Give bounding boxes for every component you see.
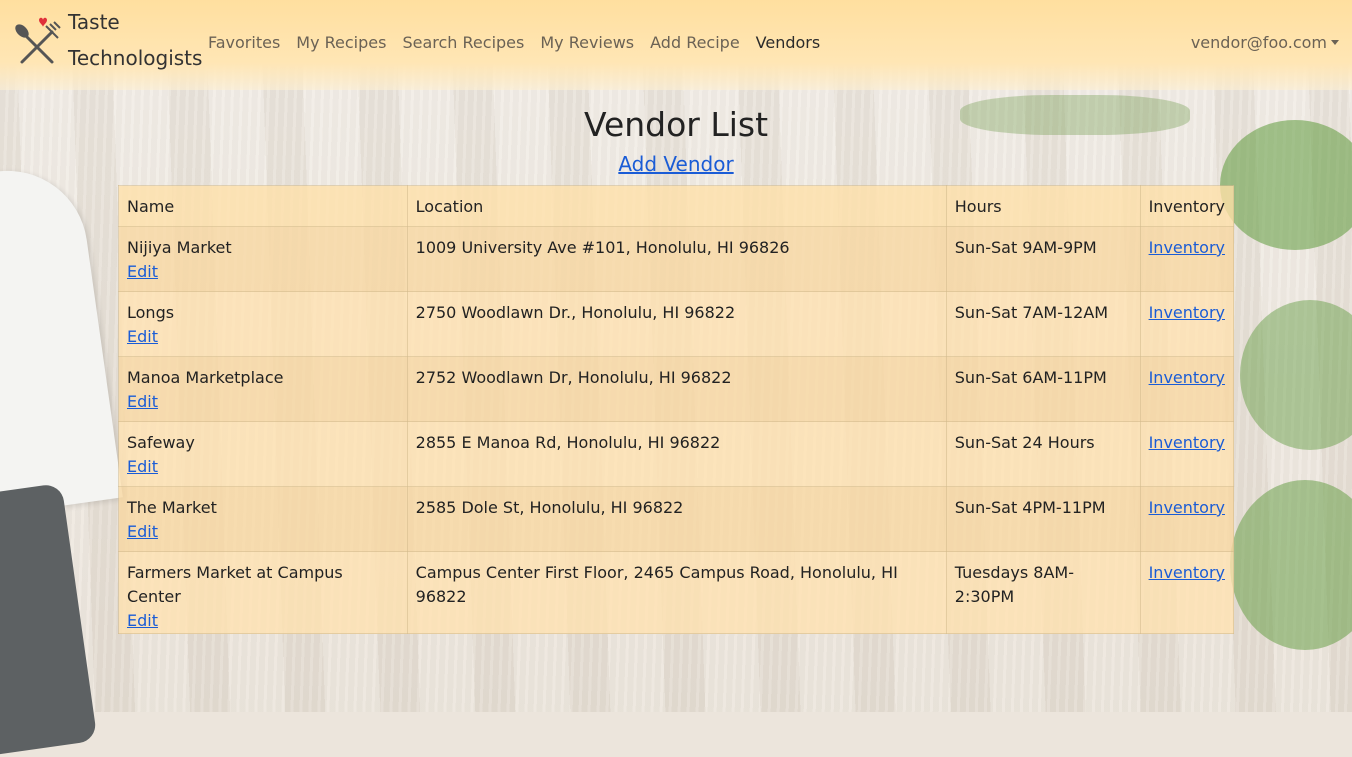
inventory-link[interactable]: Inventory — [1149, 563, 1225, 582]
brand-name-line2: Technologists — [68, 46, 203, 70]
vendor-name-cell: Farmers Market at Campus Center Edit — [118, 551, 408, 634]
vendor-name-cell: Safeway Edit — [118, 421, 408, 487]
add-vendor-link[interactable]: Add Vendor — [618, 152, 733, 176]
brand[interactable]: Taste Technologists — [12, 10, 202, 76]
table-header-row: Name Location Hours Inventory — [118, 185, 1235, 227]
vendor-name: Nijiya Market — [127, 238, 232, 257]
nav-favorites[interactable]: Favorites — [208, 33, 280, 52]
fork-knife-heart-icon — [15, 17, 61, 64]
user-email: vendor@foo.com — [1190, 33, 1327, 52]
vendor-location: 2585 Dole St, Honolulu, HI 96822 — [406, 486, 947, 552]
edit-link[interactable]: Edit — [127, 457, 158, 476]
vendor-name: The Market — [127, 498, 217, 517]
inventory-cell: Inventory — [1139, 551, 1235, 634]
inventory-link[interactable]: Inventory — [1149, 303, 1225, 322]
vendor-location: 1009 University Ave #101, Honolulu, HI 9… — [406, 226, 947, 292]
vendor-name-cell: Longs Edit — [118, 291, 408, 357]
nav-links: Favorites My Recipes Search Recipes My R… — [208, 33, 820, 52]
table-row: Nijiya Market Edit 1009 University Ave #1… — [118, 226, 1235, 292]
edit-link[interactable]: Edit — [127, 611, 158, 630]
page-title: Vendor List — [583, 105, 769, 144]
nav-my-recipes[interactable]: My Recipes — [296, 33, 386, 52]
vendor-hours: Sun-Sat 7AM-12AM — [945, 291, 1141, 357]
vendor-hours: Sun-Sat 24 Hours — [945, 421, 1141, 487]
inventory-link[interactable]: Inventory — [1149, 498, 1225, 517]
vendor-name: Farmers Market at Campus Center — [127, 563, 343, 606]
edit-link[interactable]: Edit — [127, 327, 158, 346]
inventory-cell: Inventory — [1139, 486, 1235, 552]
vendor-hours: Sun-Sat 6AM-11PM — [945, 356, 1141, 422]
inventory-cell: Inventory — [1139, 291, 1235, 357]
vendor-name: Manoa Marketplace — [127, 368, 284, 387]
vendor-table: Name Location Hours Inventory Nijiya Mar… — [118, 185, 1235, 634]
vendor-hours: Tuesdays 8AM-2:30PM — [945, 551, 1141, 634]
add-vendor-container: Add Vendor — [0, 152, 1352, 176]
vendor-hours: Sun-Sat 9AM-9PM — [945, 226, 1141, 292]
inventory-link[interactable]: Inventory — [1149, 238, 1225, 257]
table-row: Manoa Marketplace Edit 2752 Woodlawn Dr, … — [118, 356, 1235, 422]
vendor-hours: Sun-Sat 4PM-11PM — [945, 486, 1141, 552]
table-row: Safeway Edit 2855 E Manoa Rd, Honolulu, H… — [118, 421, 1235, 487]
inventory-cell: Inventory — [1139, 421, 1235, 487]
caret-down-icon — [1331, 40, 1339, 45]
nav-search-recipes[interactable]: Search Recipes — [402, 33, 524, 52]
vendor-name-cell: Manoa Marketplace Edit — [118, 356, 408, 422]
vendor-location: 2750 Woodlawn Dr., Honolulu, HI 96822 — [406, 291, 947, 357]
vendor-location: 2752 Woodlawn Dr, Honolulu, HI 96822 — [406, 356, 947, 422]
vendor-name: Safeway — [127, 433, 195, 452]
vendor-name: Longs — [127, 303, 175, 322]
edit-link[interactable]: Edit — [127, 522, 158, 541]
brand-name-line1: Taste — [68, 10, 120, 34]
edit-link[interactable]: Edit — [127, 262, 158, 281]
vendor-name-cell: The Market Edit — [118, 486, 408, 552]
nav-add-recipe[interactable]: Add Recipe — [650, 33, 740, 52]
nav-my-reviews[interactable]: My Reviews — [540, 33, 634, 52]
header-name: Name — [118, 185, 408, 227]
vendor-location: 2855 E Manoa Rd, Honolulu, HI 96822 — [406, 421, 947, 487]
vendor-name-cell: Nijiya Market Edit — [118, 226, 408, 292]
user-menu-dropdown[interactable]: vendor@foo.com — [1191, 33, 1339, 52]
table-row: Longs Edit 2750 Woodlawn Dr., Honolulu, H… — [118, 291, 1235, 357]
inventory-link[interactable]: Inventory — [1149, 433, 1225, 452]
edit-link[interactable]: Edit — [127, 392, 158, 411]
table-row: The Market Edit 2585 Dole St, Honolulu, H… — [118, 486, 1235, 552]
vendor-location: Campus Center First Floor, 2465 Campus R… — [406, 551, 947, 634]
inventory-cell: Inventory — [1139, 226, 1235, 292]
nav-vendors[interactable]: Vendors — [756, 33, 821, 52]
table-row: Farmers Market at Campus Center Edit Camp… — [118, 551, 1235, 634]
header-location: Location — [406, 185, 947, 227]
inventory-cell: Inventory — [1139, 356, 1235, 422]
header-inventory: Inventory — [1139, 185, 1235, 227]
header-hours: Hours — [945, 185, 1141, 227]
inventory-link[interactable]: Inventory — [1149, 368, 1225, 387]
navbar: Taste Technologists Favorites My Recipes… — [0, 0, 1352, 90]
